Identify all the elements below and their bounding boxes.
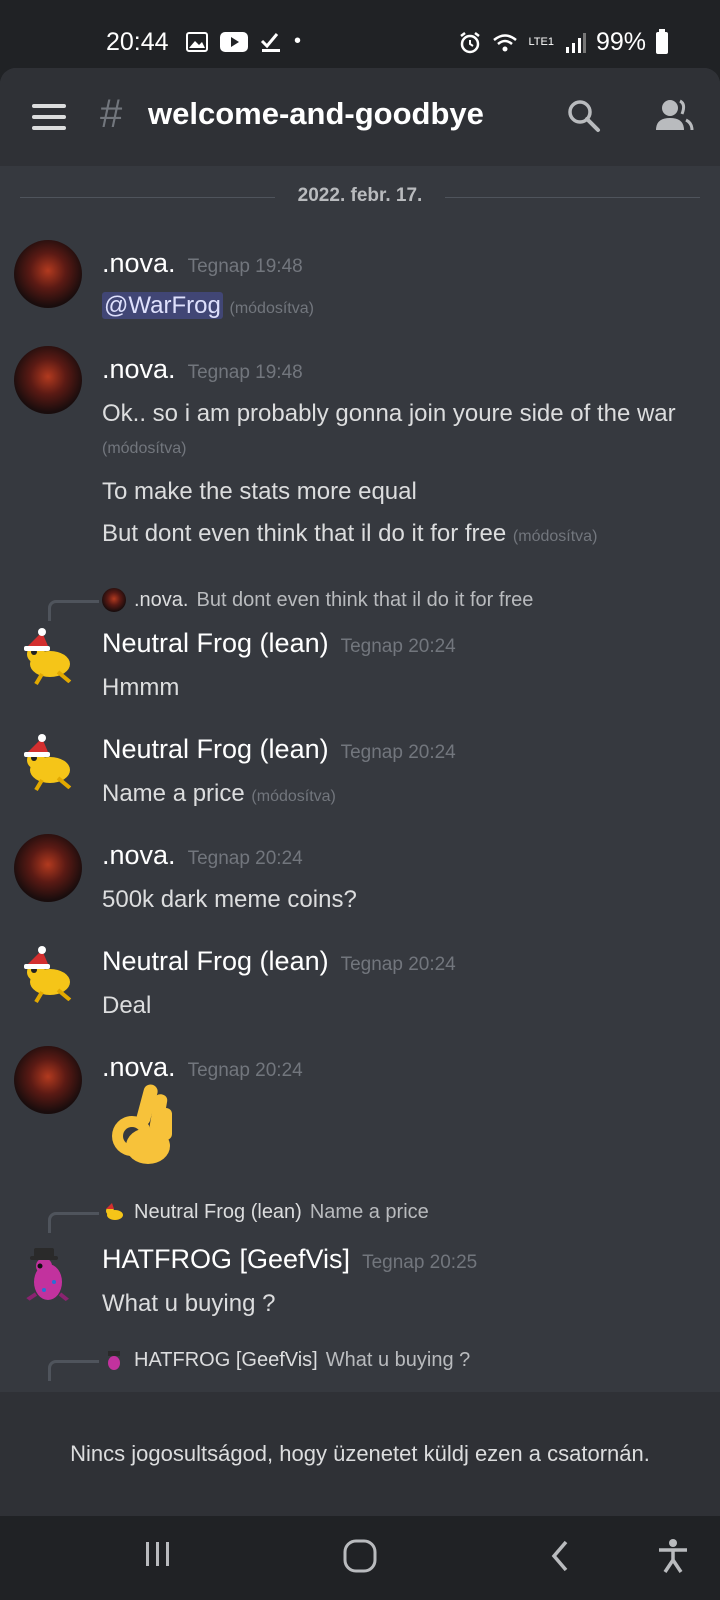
message-content: 500k dark meme coins? xyxy=(102,886,357,913)
edited-tag: (módosítva) xyxy=(102,440,187,457)
ok-hand-emoji xyxy=(102,1078,182,1187)
user-mention[interactable]: @WarFrog xyxy=(102,292,223,319)
frog-avatar[interactable] xyxy=(14,622,82,690)
message-author[interactable]: Neutral Frog (lean) Tegnap 20:24 xyxy=(102,734,456,765)
notification-icons: • xyxy=(186,30,301,53)
message-content: Name a price (módosítva) xyxy=(102,780,336,807)
frog-avatar[interactable] xyxy=(14,940,82,1008)
message-content: Deal xyxy=(102,992,152,1019)
reply-preview[interactable]: Neutral Frog (lean) Name a price xyxy=(102,1200,429,1224)
no-permission-notice: Nincs jogosultságod, hogy üzenetet küldj… xyxy=(0,1392,720,1516)
message-author[interactable]: HATFROG [GeefVis] Tegnap 20:25 xyxy=(102,1244,477,1275)
reply-connector xyxy=(48,1360,99,1381)
timestamp: Tegnap 19:48 xyxy=(187,256,303,277)
search-icon[interactable] xyxy=(566,98,602,134)
timestamp: Tegnap 20:24 xyxy=(187,1060,303,1081)
volte-label: LTE1 xyxy=(528,36,554,48)
avatar[interactable] xyxy=(14,834,82,902)
avatar[interactable] xyxy=(14,346,82,414)
recent-apps-icon[interactable] xyxy=(142,1538,174,1570)
timestamp: Tegnap 19:48 xyxy=(187,362,303,383)
hatfrog-avatar[interactable] xyxy=(14,1238,82,1306)
message-author[interactable]: Neutral Frog (lean) Tegnap 20:24 xyxy=(102,628,456,659)
reply-preview[interactable]: .nova. But dont even think that il do it … xyxy=(102,588,533,612)
timestamp: Tegnap 20:24 xyxy=(340,954,456,975)
timestamp: Tegnap 20:24 xyxy=(340,636,456,657)
reply-preview[interactable]: HATFROG [GeefVis] What u buying ? xyxy=(102,1348,470,1372)
ok-hand-icon xyxy=(112,1084,172,1164)
back-icon[interactable] xyxy=(548,1538,572,1574)
message-content: Hmmm xyxy=(102,674,180,701)
gallery-icon xyxy=(186,31,208,52)
edited-tag: (módosítva) xyxy=(251,788,336,805)
clock: 20:44 xyxy=(106,28,169,56)
message-author[interactable]: .nova. Tegnap 19:48 xyxy=(102,354,303,385)
message-content: What u buying ? xyxy=(102,1290,276,1317)
signal-icon xyxy=(565,32,586,53)
home-icon[interactable] xyxy=(342,1538,378,1574)
timestamp: Tegnap 20:24 xyxy=(340,742,456,763)
wifi-icon xyxy=(493,33,518,51)
menu-icon[interactable] xyxy=(32,104,66,130)
message-author[interactable]: .nova. Tegnap 19:48 xyxy=(102,248,303,279)
status-bar: 20:44 • LTE1 99% xyxy=(0,0,720,68)
date-label: 2022. febr. 17. xyxy=(297,185,423,206)
date-divider: 2022. febr. 17. xyxy=(20,185,700,208)
edited-tag: (módosítva) xyxy=(512,528,598,545)
reply-avatar xyxy=(108,1351,120,1370)
system-nav-bar xyxy=(0,1516,720,1600)
message-content: @WarFrog (módosítva) xyxy=(102,292,314,320)
message-author[interactable]: Neutral Frog (lean) Tegnap 20:24 xyxy=(102,946,456,977)
battery-percent: 99% xyxy=(595,28,646,56)
checklist-icon xyxy=(260,32,280,52)
channel-header: # welcome-and-goodbye xyxy=(0,68,720,166)
channel-hash-icon: # xyxy=(100,92,123,136)
channel-view: # welcome-and-goodbye 2022. febr. 17. .n… xyxy=(0,68,720,1516)
reply-connector xyxy=(48,600,99,621)
message-line: Ok.. so i am probably gonna join youre s… xyxy=(102,400,676,427)
edited-tag: (módosítva) xyxy=(229,300,314,317)
battery-icon xyxy=(656,28,668,54)
message-line: But dont even think that il do it for fr… xyxy=(102,520,598,547)
avatar[interactable] xyxy=(14,240,82,308)
reply-avatar xyxy=(102,588,126,612)
reply-avatar xyxy=(106,1203,123,1220)
youtube-icon xyxy=(220,31,248,52)
timestamp: Tegnap 20:24 xyxy=(187,848,303,869)
reply-connector xyxy=(48,1212,99,1233)
channel-title: welcome-and-goodbye xyxy=(148,96,484,131)
alarm-icon xyxy=(460,31,481,53)
members-icon[interactable] xyxy=(654,98,694,132)
message-author[interactable]: .nova. Tegnap 20:24 xyxy=(102,840,303,871)
frog-avatar[interactable] xyxy=(14,728,82,796)
message-line: To make the stats more equal xyxy=(102,478,417,505)
system-icons: LTE1 99% xyxy=(458,28,668,57)
dot-icon: • xyxy=(294,30,302,52)
accessibility-icon[interactable] xyxy=(656,1538,690,1574)
timestamp: Tegnap 20:25 xyxy=(362,1252,478,1273)
avatar[interactable] xyxy=(14,1046,82,1114)
